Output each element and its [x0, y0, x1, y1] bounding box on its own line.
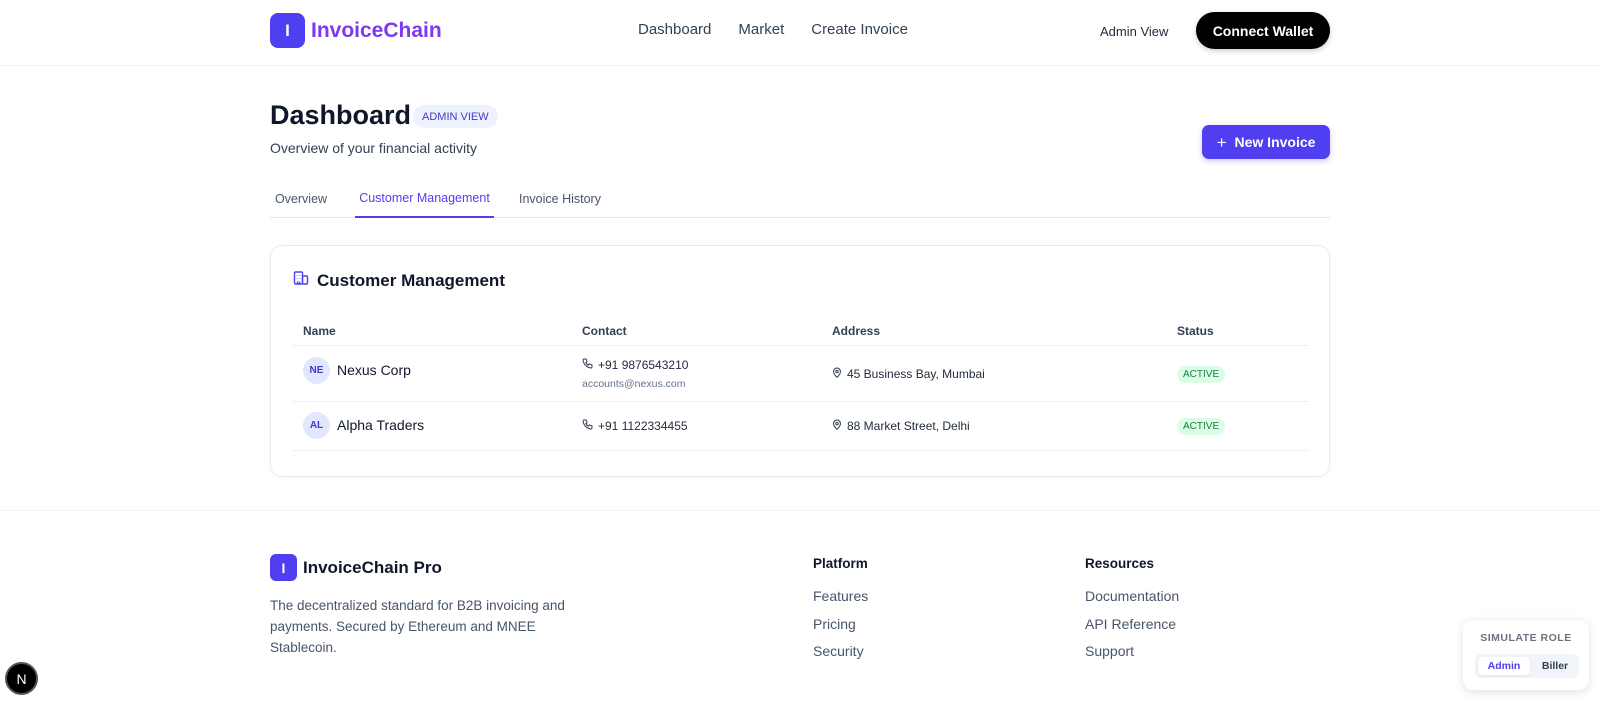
- tab-customer-management[interactable]: Customer Management: [355, 180, 494, 218]
- customer-address: 45 Business Bay, Mumbai: [832, 367, 985, 381]
- nav-dashboard[interactable]: Dashboard: [638, 21, 711, 38]
- contact-phone: +91 9876543210: [582, 358, 688, 372]
- simulate-role-label: SIMULATE ROLE: [1480, 632, 1572, 644]
- footer: I InvoiceChain Pro The decentralized sta…: [0, 510, 1600, 702]
- contact-email: accounts@nexus.com: [582, 378, 686, 390]
- contact-phone: +91 1122334455: [582, 419, 688, 433]
- role-option-biller[interactable]: Biller: [1533, 657, 1577, 675]
- main-nav: Dashboard Market Create Invoice: [638, 21, 908, 38]
- dashboard-tabs: Overview Customer Management Invoice His…: [270, 180, 1330, 218]
- footer-link-documentation[interactable]: Documentation: [1085, 588, 1179, 616]
- address-text: 45 Business Bay, Mumbai: [847, 367, 985, 381]
- footer-link-security[interactable]: Security: [813, 643, 868, 671]
- admin-view-badge: ADMIN VIEW: [413, 105, 498, 128]
- table-row[interactable]: NE Nexus Corp +91 9876543210 accounts@ne…: [292, 346, 1309, 402]
- footer-description: The decentralized standard for B2B invoi…: [270, 598, 565, 655]
- customer-name: Nexus Corp: [337, 362, 411, 378]
- footer-link-features[interactable]: Features: [813, 588, 868, 616]
- role-toggle: Admin Biller: [1475, 654, 1579, 678]
- top-header: I InvoiceChain Dashboard Market Create I…: [0, 0, 1600, 66]
- card-title: Customer Management: [317, 270, 505, 290]
- address-text: 88 Market Street, Delhi: [847, 419, 970, 433]
- footer-brand: InvoiceChain Pro: [303, 557, 442, 577]
- status-badge: ACTIVE: [1177, 418, 1226, 435]
- footer-resources-column: Resources Documentation API Reference Su…: [1085, 556, 1179, 671]
- column-header-address: Address: [832, 324, 881, 338]
- column-header-name: Name: [303, 324, 336, 338]
- status-badge: ACTIVE: [1177, 366, 1226, 383]
- column-header-status: Status: [1177, 324, 1214, 338]
- logo-mark: I: [270, 13, 305, 48]
- new-invoice-label: New Invoice: [1234, 134, 1316, 150]
- footer-link-api-reference[interactable]: API Reference: [1085, 616, 1179, 644]
- footer-logo[interactable]: I InvoiceChain Pro: [270, 554, 442, 581]
- admin-view-link[interactable]: Admin View: [1100, 24, 1168, 39]
- avatar: AL: [303, 412, 330, 439]
- customer-name: Alpha Traders: [337, 417, 425, 433]
- new-invoice-button[interactable]: + New Invoice: [1202, 125, 1330, 159]
- building-icon: [293, 270, 309, 291]
- footer-platform-title: Platform: [813, 556, 868, 571]
- phone-icon: [582, 419, 593, 433]
- customer-address: 88 Market Street, Delhi: [832, 419, 970, 433]
- dev-tools-badge[interactable]: N: [5, 662, 38, 695]
- column-header-contact: Contact: [582, 324, 627, 338]
- card-header: Customer Management: [293, 270, 505, 291]
- customer-management-card: Customer Management Name Contact Address…: [270, 245, 1330, 477]
- tab-overview[interactable]: Overview: [270, 180, 332, 218]
- simulate-role-panel: SIMULATE ROLE Admin Biller: [1463, 620, 1589, 690]
- page-subtitle: Overview of your financial activity: [270, 140, 477, 156]
- customer-table: Name Contact Address Status NE Nexus Cor…: [292, 312, 1309, 451]
- footer-link-pricing[interactable]: Pricing: [813, 616, 868, 644]
- map-pin-icon: [832, 367, 842, 381]
- plus-icon: +: [1216, 132, 1227, 152]
- page-title: Dashboard: [270, 100, 412, 130]
- connect-wallet-button[interactable]: Connect Wallet: [1196, 12, 1330, 49]
- phone-number: +91 9876543210: [598, 358, 689, 372]
- table-row[interactable]: AL Alpha Traders +91 1122334455 88 Marke…: [292, 402, 1309, 451]
- phone-number: +91 1122334455: [598, 419, 688, 433]
- footer-link-support[interactable]: Support: [1085, 643, 1179, 671]
- logo-text: InvoiceChain: [311, 18, 442, 42]
- footer-resources-title: Resources: [1085, 556, 1155, 571]
- footer-logo-mark: I: [270, 554, 297, 581]
- role-option-admin[interactable]: Admin: [1478, 657, 1530, 675]
- footer-platform-column: Platform Features Pricing Security: [813, 556, 868, 671]
- nav-create-invoice[interactable]: Create Invoice: [811, 21, 908, 38]
- phone-icon: [582, 358, 593, 372]
- table-header: Name Contact Address Status: [292, 312, 1309, 346]
- avatar: NE: [303, 357, 330, 384]
- nav-market[interactable]: Market: [738, 21, 784, 38]
- tab-invoice-history[interactable]: Invoice History: [515, 180, 605, 218]
- logo[interactable]: I InvoiceChain: [270, 13, 442, 48]
- map-pin-icon: [832, 419, 842, 433]
